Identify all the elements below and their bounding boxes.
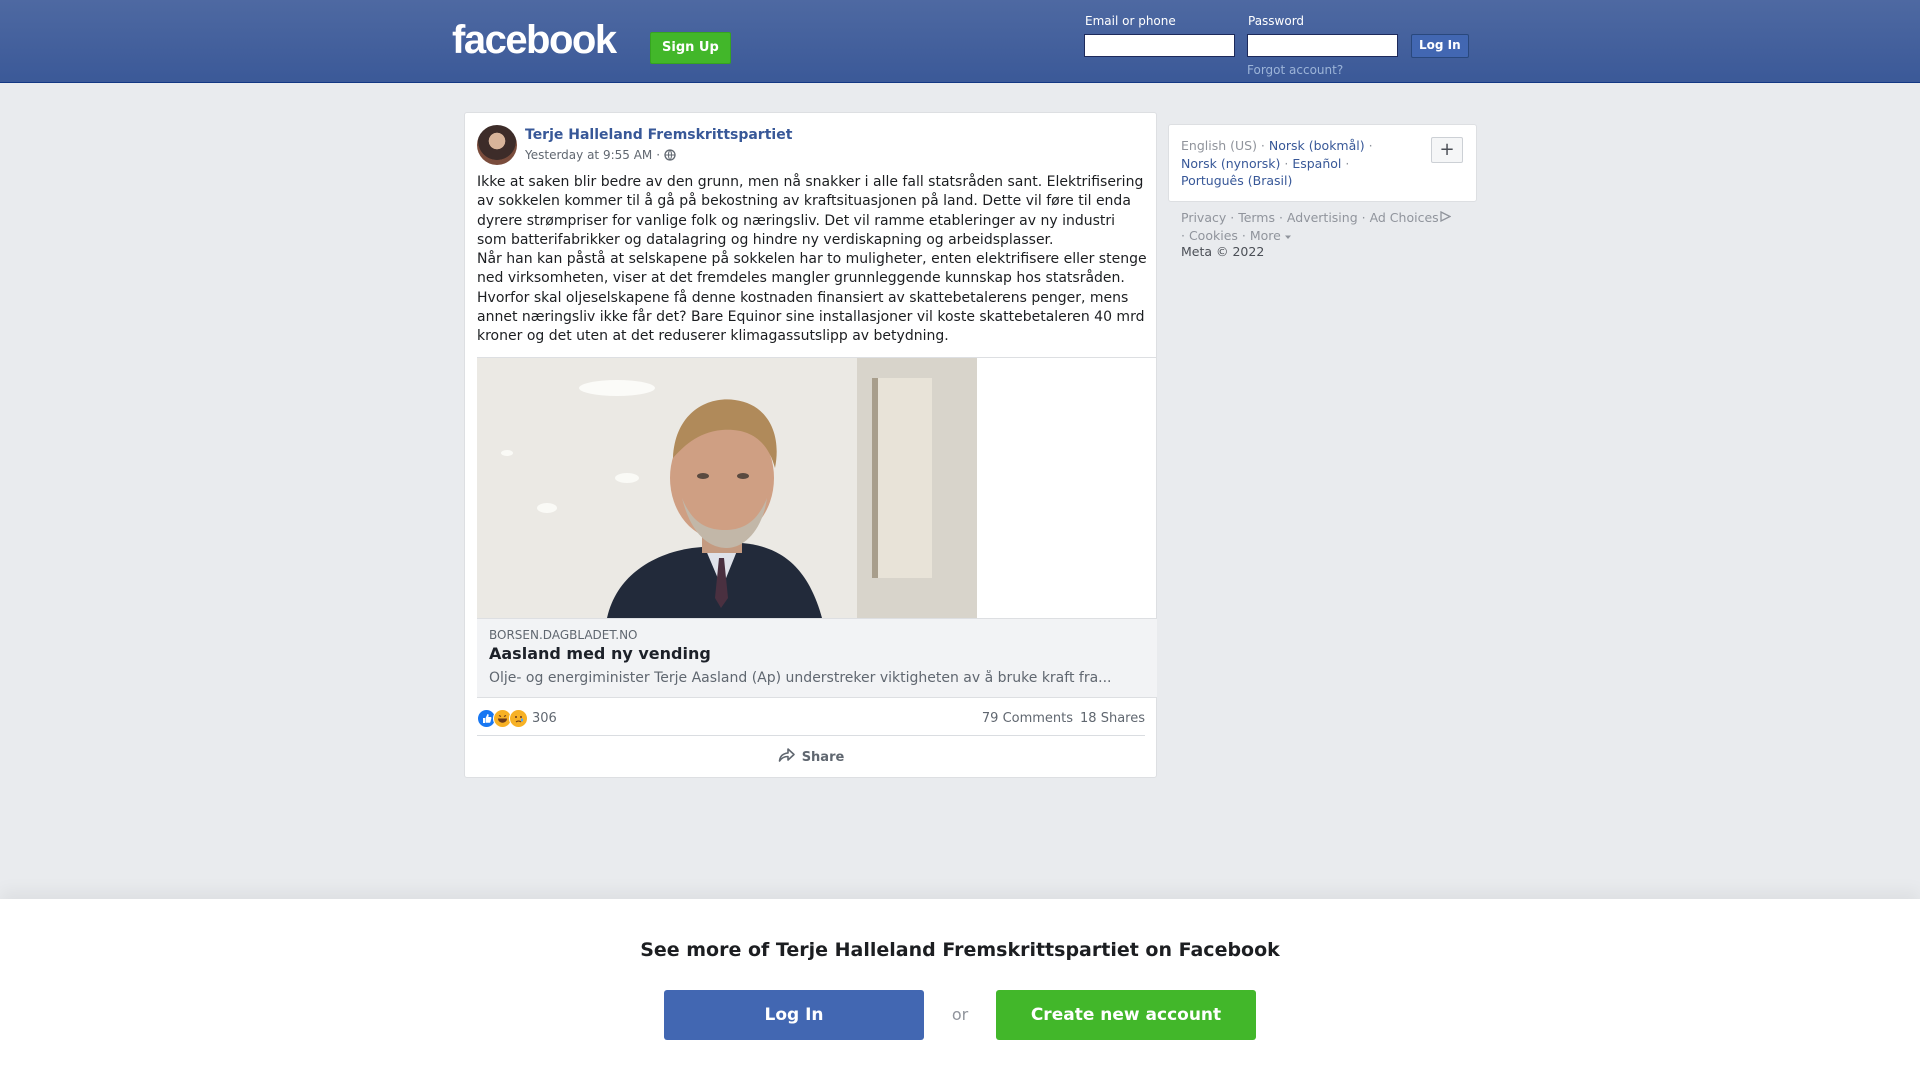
language-box: English (US) · Norsk (bokmål) · Norsk (n…: [1168, 124, 1477, 202]
banner-title: See more of Terje Halleland Fremskrittsp…: [640, 939, 1280, 961]
sad-icon: [509, 709, 528, 728]
shares-count[interactable]: 18 Shares: [1080, 711, 1145, 726]
link-preview-image[interactable]: [477, 358, 977, 618]
reaction-count: 306: [532, 711, 557, 726]
link-description: Olje- og energiminister Terje Aasland (A…: [489, 670, 1112, 686]
share-label: Share: [801, 749, 845, 765]
language-link[interactable]: Español: [1292, 156, 1341, 171]
language-link[interactable]: Português (Brasil): [1181, 173, 1292, 188]
caret-down-icon: [1284, 228, 1291, 243]
signup-banner: See more of Terje Halleland Fremskrittsp…: [0, 899, 1920, 1080]
comments-shares: 79 Comments 18 Shares: [982, 711, 1145, 726]
post-card: Terje Halleland Fremskrittspartiet Yeste…: [464, 112, 1157, 778]
forgot-account-link[interactable]: Forgot account?: [1247, 63, 1343, 77]
footer-cookies-link[interactable]: Cookies: [1189, 228, 1238, 243]
share-button[interactable]: Share: [477, 743, 1145, 771]
footer-ad-choices-link[interactable]: Ad Choices: [1369, 210, 1452, 225]
post-author[interactable]: Terje Halleland Fremskrittspartiet: [525, 127, 792, 143]
footer-advertising-link[interactable]: Advertising: [1287, 210, 1358, 225]
reactions[interactable]: 306: [477, 709, 557, 728]
language-link[interactable]: Norsk (bokmål): [1269, 138, 1365, 153]
post-meta: Yesterday at 9:55 AM ·: [525, 148, 676, 162]
post-text: Ikke at saken blir bedre av den grunn, m…: [477, 174, 1147, 345]
link-domain: BORSEN.DAGBLADET.NO: [489, 628, 638, 642]
language-list: English (US) · Norsk (bokmål) · Norsk (n…: [1181, 138, 1373, 188]
link-preview-meta[interactable]: BORSEN.DAGBLADET.NO Aasland med ny vendi…: [477, 618, 1157, 698]
language-link[interactable]: Norsk (nynorsk): [1181, 156, 1280, 171]
password-label: Password: [1248, 14, 1305, 28]
footer-more-link[interactable]: More: [1250, 228, 1291, 243]
facebook-logo[interactable]: facebook: [452, 20, 617, 60]
email-label: Email or phone: [1085, 14, 1176, 28]
password-field[interactable]: [1247, 34, 1398, 57]
ad-choices-icon: [1439, 210, 1452, 225]
language-current: English (US): [1181, 138, 1257, 153]
more-languages-button[interactable]: +: [1431, 137, 1463, 163]
sign-up-button[interactable]: Sign Up: [650, 32, 731, 64]
ad-choices-label: Ad Choices: [1369, 210, 1439, 225]
link-preview[interactable]: BORSEN.DAGBLADET.NO Aasland med ny vendi…: [477, 357, 1157, 699]
post-timestamp[interactable]: Yesterday at 9:55 AM: [525, 148, 652, 162]
footer-privacy-link[interactable]: Privacy: [1181, 210, 1226, 225]
top-bar: facebook Sign Up Email or phone Password…: [0, 0, 1920, 83]
meta-separator: ·: [656, 148, 661, 162]
banner-or-label: or: [951, 1005, 969, 1024]
share-icon: [778, 747, 796, 767]
footer-terms-link[interactable]: Terms: [1238, 210, 1275, 225]
avatar[interactable]: [477, 125, 517, 165]
copyright: Meta © 2022: [1181, 244, 1265, 259]
post-stats: 306 79 Comments 18 Shares: [477, 705, 1145, 736]
create-account-button[interactable]: Create new account: [996, 990, 1256, 1040]
footer-more-label: More: [1249, 228, 1281, 243]
email-field[interactable]: [1084, 34, 1235, 57]
footer-links: Privacy · Terms · Advertising · Ad Choic…: [1181, 209, 1481, 245]
banner-log-in-button[interactable]: Log In: [664, 990, 924, 1040]
link-title[interactable]: Aasland med ny vending: [489, 644, 711, 663]
globe-icon: [664, 149, 676, 161]
comments-count[interactable]: 79 Comments: [982, 711, 1073, 726]
log-in-button[interactable]: Log In: [1411, 34, 1469, 58]
